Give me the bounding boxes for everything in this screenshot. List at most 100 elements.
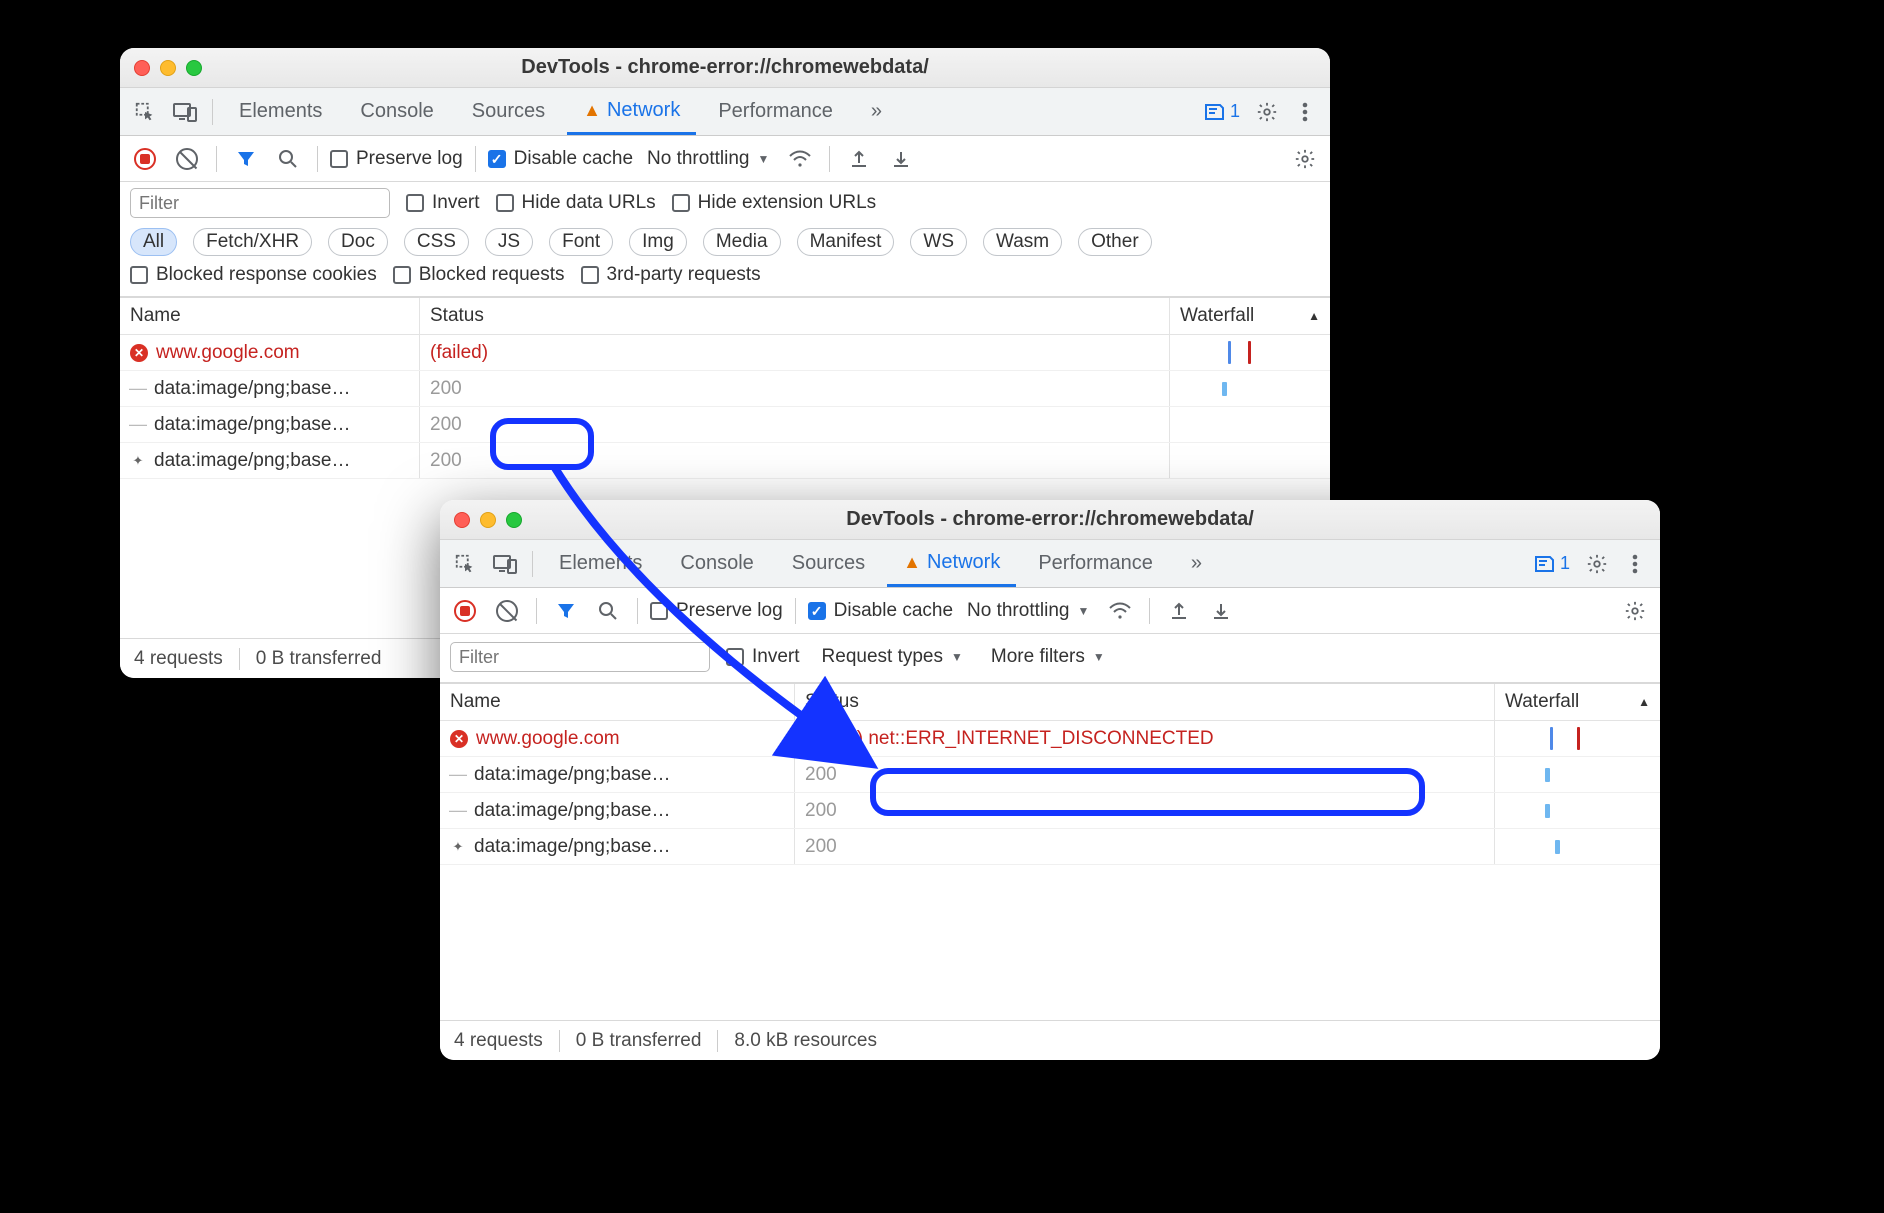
filter-input[interactable] xyxy=(130,188,390,218)
type-pill-font[interactable]: Font xyxy=(549,228,613,256)
network-toolbar: Preserve log Disable cache No throttling… xyxy=(440,588,1660,634)
disable-cache-checkbox[interactable]: Disable cache xyxy=(808,600,953,622)
inspect-icon[interactable] xyxy=(448,547,482,581)
type-pill-wasm[interactable]: Wasm xyxy=(983,228,1062,256)
export-har-icon[interactable] xyxy=(1204,594,1238,628)
close-icon[interactable] xyxy=(134,60,150,76)
disable-cache-checkbox[interactable]: Disable cache xyxy=(488,148,633,170)
zoom-icon[interactable] xyxy=(506,512,522,528)
hide-extension-urls-checkbox[interactable]: Hide extension URLs xyxy=(672,192,876,214)
type-pill-css[interactable]: CSS xyxy=(404,228,469,256)
type-pill-manifest[interactable]: Manifest xyxy=(797,228,895,256)
tab-console[interactable]: Console xyxy=(664,540,769,587)
preserve-log-checkbox[interactable]: Preserve log xyxy=(330,148,463,170)
initiator-icon: ✦ xyxy=(130,453,146,469)
col-name[interactable]: Name xyxy=(440,684,795,720)
initiator-icon: ✦ xyxy=(450,839,466,855)
tab-more-panels[interactable]: » xyxy=(1175,540,1218,587)
tab-elements[interactable]: Elements xyxy=(543,540,658,587)
status-bar: 4 requests 0 B transferred 8.0 kB resour… xyxy=(440,1020,1660,1060)
invert-checkbox[interactable]: Invert xyxy=(726,646,800,668)
network-conditions-icon[interactable] xyxy=(1103,594,1137,628)
traffic-lights xyxy=(454,512,522,528)
blocked-cookies-checkbox[interactable]: Blocked response cookies xyxy=(130,264,377,286)
dash-icon: — xyxy=(450,767,466,783)
error-icon xyxy=(130,344,148,362)
inspect-icon[interactable] xyxy=(128,95,162,129)
hide-data-urls-checkbox[interactable]: Hide data URLs xyxy=(496,192,656,214)
device-toggle-icon[interactable] xyxy=(488,547,522,581)
dash-icon: — xyxy=(130,417,146,433)
invert-checkbox[interactable]: Invert xyxy=(406,192,480,214)
table-row[interactable]: ✦data:image/png;base… 200 xyxy=(120,443,1330,479)
export-har-icon[interactable] xyxy=(884,142,918,176)
more-filters-select[interactable]: More filters▼ xyxy=(985,646,1111,668)
table-row[interactable]: —data:image/png;base… 200 xyxy=(440,793,1660,829)
network-settings-icon[interactable] xyxy=(1618,594,1652,628)
type-pill-other[interactable]: Other xyxy=(1078,228,1152,256)
settings-icon[interactable] xyxy=(1250,95,1284,129)
request-types-select[interactable]: Request types▼ xyxy=(816,646,969,668)
search-icon[interactable] xyxy=(591,594,625,628)
tab-elements[interactable]: Elements xyxy=(223,88,338,135)
type-pill-ws[interactable]: WS xyxy=(910,228,967,256)
preserve-log-checkbox[interactable]: Preserve log xyxy=(650,600,783,622)
device-toggle-icon[interactable] xyxy=(168,95,202,129)
sort-icon: ▲ xyxy=(1308,309,1320,323)
type-pill-img[interactable]: Img xyxy=(629,228,687,256)
sort-icon: ▲ xyxy=(1638,695,1650,709)
filter-row-1: Invert Hide data URLs Hide extension URL… xyxy=(120,182,1330,224)
col-status[interactable]: Status xyxy=(795,684,1495,720)
table-row[interactable]: www.google.com (failed) net::ERR_INTERNE… xyxy=(440,721,1660,757)
network-settings-icon[interactable] xyxy=(1288,142,1322,176)
import-har-icon[interactable] xyxy=(842,142,876,176)
blocked-requests-checkbox[interactable]: Blocked requests xyxy=(393,264,565,286)
col-waterfall[interactable]: Waterfall▲ xyxy=(1170,298,1330,334)
tab-performance[interactable]: Performance xyxy=(1022,540,1169,587)
network-conditions-icon[interactable] xyxy=(783,142,817,176)
record-button[interactable] xyxy=(448,594,482,628)
filter-icon[interactable] xyxy=(229,142,263,176)
type-pill-fetchxhr[interactable]: Fetch/XHR xyxy=(193,228,312,256)
filter-input[interactable] xyxy=(450,642,710,672)
col-status[interactable]: Status xyxy=(420,298,1170,334)
clear-button[interactable] xyxy=(490,594,524,628)
record-button[interactable] xyxy=(128,142,162,176)
table-row[interactable]: —data:image/png;base… 200 xyxy=(120,371,1330,407)
tab-sources[interactable]: Sources xyxy=(456,88,561,135)
type-pill-js[interactable]: JS xyxy=(485,228,533,256)
minimize-icon[interactable] xyxy=(480,512,496,528)
tab-network[interactable]: ▲Network xyxy=(887,540,1016,587)
filter-row-types: All Fetch/XHR Doc CSS JS Font Img Media … xyxy=(120,224,1330,264)
close-icon[interactable] xyxy=(454,512,470,528)
clear-button[interactable] xyxy=(170,142,204,176)
throttling-select[interactable]: No throttling▼ xyxy=(961,600,1095,622)
settings-icon[interactable] xyxy=(1580,547,1614,581)
tab-sources[interactable]: Sources xyxy=(776,540,881,587)
table-row[interactable]: www.google.com (failed) xyxy=(120,335,1330,371)
throttling-select[interactable]: No throttling▼ xyxy=(641,148,775,170)
type-pill-all[interactable]: All xyxy=(130,228,177,256)
zoom-icon[interactable] xyxy=(186,60,202,76)
col-waterfall[interactable]: Waterfall▲ xyxy=(1495,684,1660,720)
issues-button[interactable]: 1 xyxy=(1198,101,1246,122)
table-row[interactable]: ✦data:image/png;base… 200 xyxy=(440,829,1660,865)
col-name[interactable]: Name xyxy=(120,298,420,334)
table-row[interactable]: —data:image/png;base… 200 xyxy=(120,407,1330,443)
filter-icon[interactable] xyxy=(549,594,583,628)
warning-icon: ▲ xyxy=(903,552,921,573)
type-pill-media[interactable]: Media xyxy=(703,228,781,256)
issues-button[interactable]: 1 xyxy=(1528,553,1576,574)
minimize-icon[interactable] xyxy=(160,60,176,76)
tab-more-panels[interactable]: » xyxy=(855,88,898,135)
tab-console[interactable]: Console xyxy=(344,88,449,135)
tab-performance[interactable]: Performance xyxy=(702,88,849,135)
kebab-icon[interactable] xyxy=(1618,547,1652,581)
type-pill-doc[interactable]: Doc xyxy=(328,228,388,256)
table-row[interactable]: —data:image/png;base… 200 xyxy=(440,757,1660,793)
search-icon[interactable] xyxy=(271,142,305,176)
third-party-checkbox[interactable]: 3rd-party requests xyxy=(581,264,761,286)
kebab-icon[interactable] xyxy=(1288,95,1322,129)
import-har-icon[interactable] xyxy=(1162,594,1196,628)
tab-network[interactable]: ▲Network xyxy=(567,88,696,135)
